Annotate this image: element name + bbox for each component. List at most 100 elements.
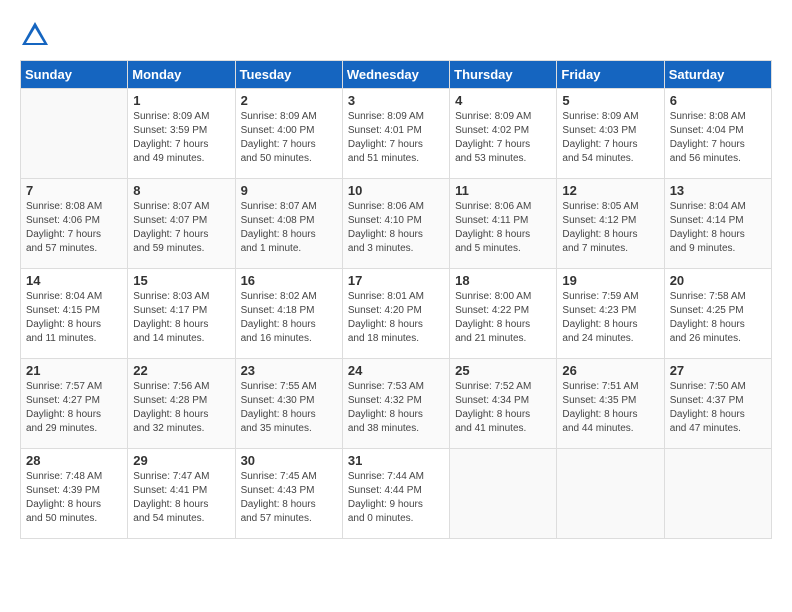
day-detail: Sunrise: 8:06 AM Sunset: 4:10 PM Dayligh… (348, 200, 444, 256)
day-number: 4 (455, 93, 551, 108)
day-detail: Sunrise: 7:59 AM Sunset: 4:23 PM Dayligh… (562, 290, 658, 346)
day-number: 10 (348, 183, 444, 198)
calendar-table: SundayMondayTuesdayWednesdayThursdayFrid… (20, 60, 772, 539)
week-row-2: 7Sunrise: 8:08 AM Sunset: 4:06 PM Daylig… (21, 179, 772, 269)
day-cell (664, 449, 771, 539)
day-cell: 9 Sunrise: 8:07 AM Sunset: 4:08 PM Daylig… (235, 179, 342, 269)
day-number: 20 (670, 273, 766, 288)
day-detail: Sunrise: 8:07 AM Sunset: 4:08 PM Dayligh… (241, 200, 337, 256)
day-cell: 29 Sunrise: 7:47 AM Sunset: 4:41 PM Dayli… (128, 449, 235, 539)
day-number: 5 (562, 93, 658, 108)
day-cell (21, 89, 128, 179)
day-number: 28 (26, 453, 122, 468)
day-cell: 31 Sunrise: 7:44 AM Sunset: 4:44 PM Dayli… (342, 449, 449, 539)
day-detail: Sunrise: 7:52 AM Sunset: 4:34 PM Dayligh… (455, 380, 551, 436)
day-number: 29 (133, 453, 229, 468)
day-cell: 2 Sunrise: 8:09 AM Sunset: 4:00 PM Daylig… (235, 89, 342, 179)
day-number: 17 (348, 273, 444, 288)
day-detail: Sunrise: 8:08 AM Sunset: 4:04 PM Dayligh… (670, 110, 766, 166)
day-detail: Sunrise: 7:45 AM Sunset: 4:43 PM Dayligh… (241, 470, 337, 526)
day-cell: 1 Sunrise: 8:09 AM Sunset: 3:59 PM Daylig… (128, 89, 235, 179)
day-cell: 14 Sunrise: 8:04 AM Sunset: 4:15 PM Dayli… (21, 269, 128, 359)
day-cell: 7Sunrise: 8:08 AM Sunset: 4:06 PM Daylig… (21, 179, 128, 269)
day-detail: Sunrise: 8:07 AM Sunset: 4:07 PM Dayligh… (133, 200, 229, 256)
day-cell: 16 Sunrise: 8:02 AM Sunset: 4:18 PM Dayli… (235, 269, 342, 359)
day-cell: 17 Sunrise: 8:01 AM Sunset: 4:20 PM Dayli… (342, 269, 449, 359)
day-number: 2 (241, 93, 337, 108)
header-saturday: Saturday (664, 61, 771, 89)
day-detail: Sunrise: 7:47 AM Sunset: 4:41 PM Dayligh… (133, 470, 229, 526)
day-number: 27 (670, 363, 766, 378)
day-number: 16 (241, 273, 337, 288)
day-detail: Sunrise: 8:09 AM Sunset: 3:59 PM Dayligh… (133, 110, 229, 166)
day-detail: Sunrise: 7:48 AM Sunset: 4:39 PM Dayligh… (26, 470, 122, 526)
week-row-1: 1 Sunrise: 8:09 AM Sunset: 3:59 PM Daylig… (21, 89, 772, 179)
week-row-3: 14 Sunrise: 8:04 AM Sunset: 4:15 PM Dayli… (21, 269, 772, 359)
day-detail: Sunrise: 7:53 AM Sunset: 4:32 PM Dayligh… (348, 380, 444, 436)
day-number: 9 (241, 183, 337, 198)
day-detail: Sunrise: 8:09 AM Sunset: 4:00 PM Dayligh… (241, 110, 337, 166)
day-cell: 28 Sunrise: 7:48 AM Sunset: 4:39 PM Dayli… (21, 449, 128, 539)
day-number: 26 (562, 363, 658, 378)
day-number: 19 (562, 273, 658, 288)
day-cell: 15Sunrise: 8:03 AM Sunset: 4:17 PM Dayli… (128, 269, 235, 359)
day-number: 22 (133, 363, 229, 378)
day-detail: Sunrise: 8:09 AM Sunset: 4:03 PM Dayligh… (562, 110, 658, 166)
header-sunday: Sunday (21, 61, 128, 89)
day-number: 15 (133, 273, 229, 288)
day-detail: Sunrise: 8:08 AM Sunset: 4:06 PM Dayligh… (26, 200, 122, 256)
day-number: 14 (26, 273, 122, 288)
day-detail: Sunrise: 8:02 AM Sunset: 4:18 PM Dayligh… (241, 290, 337, 346)
day-cell: 18Sunrise: 8:00 AM Sunset: 4:22 PM Dayli… (450, 269, 557, 359)
day-detail: Sunrise: 8:01 AM Sunset: 4:20 PM Dayligh… (348, 290, 444, 346)
day-detail: Sunrise: 8:05 AM Sunset: 4:12 PM Dayligh… (562, 200, 658, 256)
header-tuesday: Tuesday (235, 61, 342, 89)
logo (20, 20, 55, 50)
day-cell: 8 Sunrise: 8:07 AM Sunset: 4:07 PM Daylig… (128, 179, 235, 269)
day-cell (557, 449, 664, 539)
day-detail: Sunrise: 7:57 AM Sunset: 4:27 PM Dayligh… (26, 380, 122, 436)
day-detail: Sunrise: 8:09 AM Sunset: 4:01 PM Dayligh… (348, 110, 444, 166)
day-cell: 12Sunrise: 8:05 AM Sunset: 4:12 PM Dayli… (557, 179, 664, 269)
day-cell: 4 Sunrise: 8:09 AM Sunset: 4:02 PM Daylig… (450, 89, 557, 179)
day-cell: 22 Sunrise: 7:56 AM Sunset: 4:28 PM Dayli… (128, 359, 235, 449)
day-detail: Sunrise: 7:56 AM Sunset: 4:28 PM Dayligh… (133, 380, 229, 436)
day-detail: Sunrise: 7:51 AM Sunset: 4:35 PM Dayligh… (562, 380, 658, 436)
week-row-4: 21 Sunrise: 7:57 AM Sunset: 4:27 PM Dayli… (21, 359, 772, 449)
day-detail: Sunrise: 7:58 AM Sunset: 4:25 PM Dayligh… (670, 290, 766, 346)
day-cell: 13 Sunrise: 8:04 AM Sunset: 4:14 PM Dayli… (664, 179, 771, 269)
day-cell: 23 Sunrise: 7:55 AM Sunset: 4:30 PM Dayli… (235, 359, 342, 449)
day-cell: 3Sunrise: 8:09 AM Sunset: 4:01 PM Daylig… (342, 89, 449, 179)
day-cell: 20 Sunrise: 7:58 AM Sunset: 4:25 PM Dayli… (664, 269, 771, 359)
day-detail: Sunrise: 8:04 AM Sunset: 4:15 PM Dayligh… (26, 290, 122, 346)
day-number: 21 (26, 363, 122, 378)
header-row: SundayMondayTuesdayWednesdayThursdayFrid… (21, 61, 772, 89)
day-detail: Sunrise: 8:04 AM Sunset: 4:14 PM Dayligh… (670, 200, 766, 256)
day-detail: Sunrise: 7:55 AM Sunset: 4:30 PM Dayligh… (241, 380, 337, 436)
day-detail: Sunrise: 7:44 AM Sunset: 4:44 PM Dayligh… (348, 470, 444, 526)
day-number: 8 (133, 183, 229, 198)
day-number: 31 (348, 453, 444, 468)
day-detail: Sunrise: 8:00 AM Sunset: 4:22 PM Dayligh… (455, 290, 551, 346)
day-detail: Sunrise: 8:06 AM Sunset: 4:11 PM Dayligh… (455, 200, 551, 256)
day-number: 30 (241, 453, 337, 468)
day-number: 11 (455, 183, 551, 198)
day-cell: 6 Sunrise: 8:08 AM Sunset: 4:04 PM Daylig… (664, 89, 771, 179)
day-detail: Sunrise: 8:09 AM Sunset: 4:02 PM Dayligh… (455, 110, 551, 166)
day-cell: 19 Sunrise: 7:59 AM Sunset: 4:23 PM Dayli… (557, 269, 664, 359)
day-cell: 25Sunrise: 7:52 AM Sunset: 4:34 PM Dayli… (450, 359, 557, 449)
day-cell: 24Sunrise: 7:53 AM Sunset: 4:32 PM Dayli… (342, 359, 449, 449)
day-cell: 5 Sunrise: 8:09 AM Sunset: 4:03 PM Daylig… (557, 89, 664, 179)
day-number: 1 (133, 93, 229, 108)
page-header (20, 20, 772, 50)
day-number: 6 (670, 93, 766, 108)
week-row-5: 28 Sunrise: 7:48 AM Sunset: 4:39 PM Dayli… (21, 449, 772, 539)
day-cell: 11 Sunrise: 8:06 AM Sunset: 4:11 PM Dayli… (450, 179, 557, 269)
logo-icon (20, 20, 50, 50)
day-cell (450, 449, 557, 539)
day-number: 13 (670, 183, 766, 198)
header-wednesday: Wednesday (342, 61, 449, 89)
header-friday: Friday (557, 61, 664, 89)
day-cell: 30 Sunrise: 7:45 AM Sunset: 4:43 PM Dayli… (235, 449, 342, 539)
day-number: 23 (241, 363, 337, 378)
